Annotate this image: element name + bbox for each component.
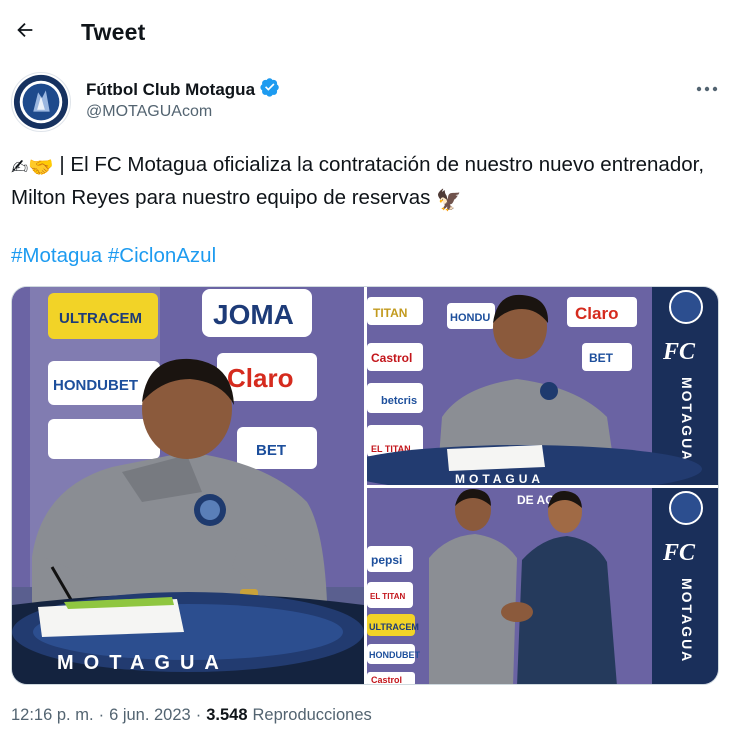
photo-seated-portrait[interactable]: TITAN HONDU Claro Castrol betcris EL TIT… — [367, 287, 718, 485]
media-grid: ULTRACEM JOMA HONDUBET Claro BET MOTAGUA… — [11, 286, 719, 685]
tweet-time[interactable]: 12:16 p. m. — [11, 706, 94, 725]
sponsor-claro-2: Claro — [575, 304, 618, 323]
hashtag-motagua[interactable]: #Motagua — [11, 244, 102, 267]
author-handle[interactable]: @MOTAGUAcom — [86, 103, 212, 121]
meta-separator-2: · — [195, 706, 202, 724]
side-panel-vertical-text-2: MOTAGUA — [679, 578, 695, 663]
sponsor-hondu: HONDU — [450, 312, 490, 324]
more-options-button[interactable] — [690, 73, 724, 103]
table-banner-text-2: MOTAGUA — [455, 472, 544, 485]
avatar[interactable] — [11, 72, 71, 132]
tweet-text: ✍🤝 | El FC Motagua oficializa la contrat… — [11, 150, 711, 216]
top-bar: Tweet — [0, 0, 737, 66]
author-name[interactable]: Fútbol Club Motagua — [86, 77, 280, 102]
photo-signing-closeup[interactable]: ULTRACEM JOMA HONDUBET Claro BET MOTAGUA — [12, 287, 364, 684]
photo-2-image: TITAN HONDU Claro Castrol betcris EL TIT… — [367, 287, 718, 485]
sponsor-betcris: betcris — [381, 395, 417, 407]
photo-3-image: DE AGOS pepsi EL TITAN ULTRACEM HONDUBET… — [367, 488, 718, 685]
sponsor-el-titan-2: EL TITAN — [370, 592, 405, 601]
table-banner-text: MOTAGUA — [57, 652, 229, 674]
sponsor-hondubet-2: HONDUBET — [369, 650, 421, 660]
views-count: 3.548 — [206, 706, 248, 724]
sponsor-ultracem: ULTRACEM — [59, 310, 142, 327]
sponsor-bet-2: BET — [589, 351, 614, 365]
sponsor-bet: BET — [256, 442, 286, 459]
tweet-date[interactable]: 6 jun. 2023 — [109, 706, 191, 725]
hashtag-ciclonazul[interactable]: #CiclonAzul — [108, 244, 216, 267]
sponsor-claro: Claro — [227, 363, 293, 393]
sponsor-titan: TITAN — [373, 306, 407, 320]
hashtag-list: #Motagua #CiclonAzul — [11, 241, 216, 271]
more-dots-icon — [696, 79, 718, 97]
side-panel-vertical-text: MOTAGUA — [679, 377, 695, 462]
side-panel-fc-text: FC — [662, 339, 696, 365]
back-button[interactable] — [8, 15, 42, 49]
side-panel-fc-text-2: FC — [662, 540, 696, 566]
back-arrow-icon — [14, 19, 36, 46]
eagle-emoji-icon: 🦅 — [436, 189, 462, 212]
views-label: Reproducciones — [252, 706, 372, 724]
writing-hand-handshake-emoji-icon: ✍🤝 — [11, 156, 54, 179]
tweet-body-text: | El FC Motagua oficializa la contrataci… — [11, 153, 705, 209]
club-crest-icon — [13, 74, 69, 130]
sponsor-joma: JOMA — [213, 299, 294, 330]
meta-separator: · — [98, 706, 105, 724]
photo-handshake[interactable]: DE AGOS pepsi EL TITAN ULTRACEM HONDUBET… — [367, 488, 718, 685]
sponsor-ultracem-2: ULTRACEM — [369, 622, 419, 632]
author-name-text: Fútbol Club Motagua — [86, 79, 256, 99]
sponsor-castrol: Castrol — [371, 351, 412, 365]
tweet-meta: 12:16 p. m. · 6 jun. 2023 · 3.548 Reprod… — [11, 706, 372, 725]
verified-badge-icon — [260, 77, 280, 102]
sponsor-hondubet: HONDUBET — [53, 377, 138, 394]
sponsor-castrol-2: Castrol — [371, 675, 402, 685]
page-title: Tweet — [81, 19, 146, 45]
photo-1-image: ULTRACEM JOMA HONDUBET Claro BET MOTAGUA — [12, 287, 364, 684]
sponsor-pepsi: pepsi — [371, 553, 402, 567]
